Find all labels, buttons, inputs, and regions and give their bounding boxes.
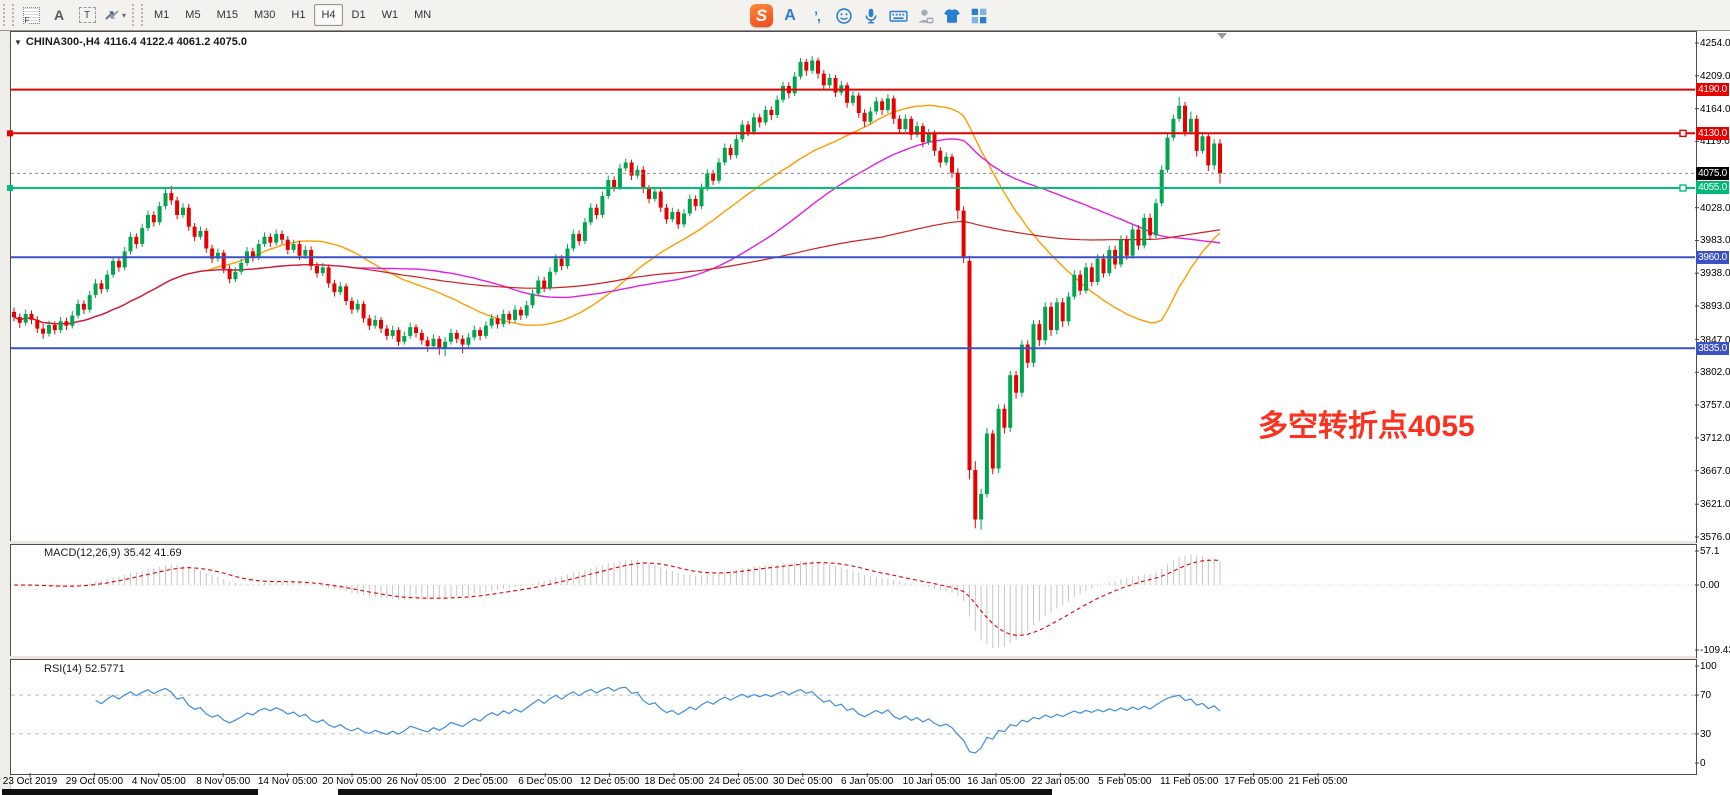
chevron-down-icon: ▼ [14,38,22,47]
rsi-value: 52.5771 [85,663,125,675]
grid-f-icon: F [23,7,40,24]
timeframe-button-m1[interactable]: M1 [147,4,176,26]
date-tick-label: 26 Nov 05:00 [387,776,447,787]
date-tick-label: 29 Oct 05:00 [66,776,123,787]
price-level-badge: 4055.0 [1696,181,1729,194]
price-chart-panel[interactable] [10,31,1697,543]
timeframe-button-w1[interactable]: W1 [375,4,406,26]
text-label-icon: T [79,7,96,23]
date-tick-label: 22 Jan 05:00 [1031,776,1089,787]
indicator-tick-label: 30 [1700,729,1730,740]
chart-shift-marker-icon[interactable] [1217,33,1227,39]
ime-language-icon[interactable]: A [780,6,800,26]
indicator-tick-label: -109.43 [1700,645,1730,656]
bottom-scrollbar-segment[interactable] [2,789,258,795]
date-tick-label: 5 Feb 05:00 [1098,776,1151,787]
chart-title[interactable]: ▼ CHINA300-,H4 4116.4 4122.4 4061.2 4075… [14,36,247,48]
price-tick-label: 4028.0 [1700,203,1730,214]
swap-arrows-icon [104,8,120,22]
text-label-tool-button[interactable]: T [74,3,100,27]
ime-account-icon[interactable] [915,6,935,26]
date-tick-label: 11 Feb 05:00 [1160,776,1218,787]
price-level-badge: 3835.0 [1696,342,1729,355]
chart-symbol-timeframe: CHINA300-,H4 [26,36,100,48]
macd-signal-value: 41.69 [154,547,182,559]
indicator-tick-label: 0 [1700,758,1730,769]
macd-indicator-label: MACD(12,26,9) 35.42 41.69 [44,547,182,559]
toolbar-drag-grip[interactable] [132,4,143,26]
arrange-tool-button[interactable]: ▾ [102,3,128,27]
price-tick-label: 3938.0 [1700,268,1730,279]
price-tick-label: 3893.0 [1700,301,1730,312]
date-tick-label: 23 Oct 2019 [3,776,57,787]
indicator-tick-label: 0.00 [1700,580,1730,591]
ime-voice-icon[interactable] [861,6,881,26]
price-tick-label: 3576.0 [1700,532,1730,543]
date-tick-label: 30 Dec 05:00 [773,776,833,787]
macd-main-value: 35.42 [123,547,151,559]
bottom-scrollbar-segment[interactable] [338,789,1052,795]
chart-text-annotation[interactable]: 多空转折点4055 [1258,401,1475,445]
date-tick-label: 12 Dec 05:00 [580,776,640,787]
font-tool-button[interactable]: A [46,3,72,27]
date-tick-label: 2 Dec 05:00 [454,776,508,787]
price-tick-label: 3757.0 [1700,400,1730,411]
ime-toolbar: S A ’, [750,3,989,28]
date-tick-label: 6 Jan 05:00 [841,776,893,787]
date-tick-label: 14 Nov 05:00 [258,776,318,787]
chevron-down-icon: ▾ [122,11,126,20]
price-tick-label: 4164.0 [1700,104,1730,115]
chart-ohlc-values: 4116.4 4122.4 4061.2 4075.0 [104,36,247,48]
rsi-indicator-label: RSI(14) 52.5771 [44,663,125,675]
ime-skin-icon[interactable] [942,6,962,26]
timeframe-button-m15[interactable]: M15 [210,4,245,26]
price-tick-label: 3712.0 [1700,433,1730,444]
date-tick-label: 6 Dec 05:00 [518,776,572,787]
timeframe-button-mn[interactable]: MN [407,4,438,26]
price-level-badge: 4190.0 [1696,83,1729,96]
timeframe-button-h4[interactable]: H4 [314,4,342,26]
font-a-icon: A [54,7,64,23]
ime-toolbox-icon[interactable] [969,6,989,26]
date-tick-label: 18 Dec 05:00 [644,776,704,787]
price-tick-label: 4209.0 [1700,71,1730,82]
timeframe-button-m5[interactable]: M5 [178,4,207,26]
date-tick-label: 16 Jan 05:00 [967,776,1025,787]
date-tick-label: 20 Nov 05:00 [322,776,382,787]
price-tick-label: 3802.0 [1700,367,1730,378]
ime-keyboard-icon[interactable] [888,6,908,26]
date-tick-label: 10 Jan 05:00 [903,776,961,787]
date-tick-label: 8 Nov 05:00 [196,776,250,787]
date-tick-label: 24 Dec 05:00 [709,776,769,787]
price-level-badge: 4075.0 [1696,167,1729,180]
price-level-badge: 3960.0 [1696,251,1729,264]
toolbar-drag-grip[interactable] [3,4,14,26]
top-toolbar: F A T ▾ M1M5M15M30H1H4D1W1MN S A ’, [0,0,1730,31]
date-tick-label: 4 Nov 05:00 [132,776,186,787]
ime-punctuation-icon[interactable]: ’, [807,6,827,26]
indicator-tick-label: 70 [1700,690,1730,701]
timeframe-button-m30[interactable]: M30 [247,4,282,26]
chart-grid-tool-button[interactable]: F [18,3,44,27]
indicator-tick-label: 57.1 [1700,546,1730,557]
date-tick-label: 21 Feb 05:00 [1289,776,1348,787]
price-tick-label: 3621.0 [1700,499,1730,510]
macd-panel[interactable] [10,544,1697,658]
price-tick-label: 3667.0 [1700,466,1730,477]
price-tick-label: 3983.0 [1700,235,1730,246]
timeframe-bar: M1M5M15M30H1H4D1W1MN [146,4,439,26]
indicator-tick-label: 100 [1700,661,1730,672]
rsi-panel[interactable] [10,659,1697,775]
sogou-logo-icon[interactable]: S [750,4,773,27]
timeframe-button-h1[interactable]: H1 [284,4,312,26]
timeframe-button-d1[interactable]: D1 [345,4,373,26]
price-level-badge: 4130.0 [1696,127,1729,140]
ime-emoji-icon[interactable] [834,6,854,26]
date-tick-label: 17 Feb 05:00 [1224,776,1283,787]
price-tick-label: 4254.0 [1700,38,1730,49]
